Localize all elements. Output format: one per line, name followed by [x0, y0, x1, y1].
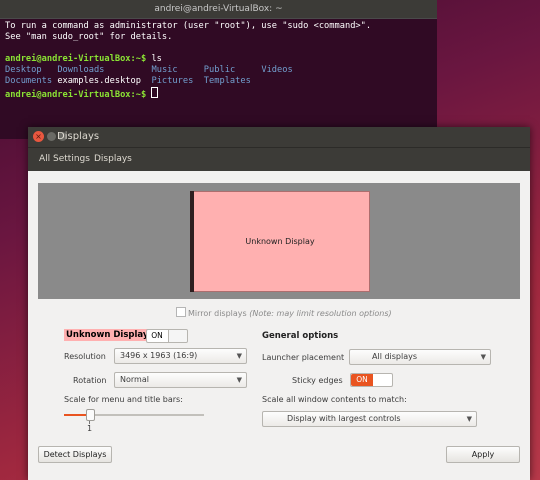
minimize-icon[interactable] [47, 132, 56, 141]
ls-entry: Public [203, 65, 236, 75]
launcher-placement-select[interactable]: All displays ▼ [349, 349, 491, 365]
window-titlebar[interactable]: × Displays [28, 127, 530, 147]
terminal-line: See "man sudo_root" for details. [5, 32, 173, 42]
launcher-placement-label: Launcher placement [262, 353, 345, 362]
chevron-down-icon: ▼ [236, 352, 242, 360]
scale-slider-handle[interactable] [86, 409, 95, 421]
terminal-prompt: andrei@andrei-VirtualBox:~$ [5, 54, 147, 64]
rotation-label: Rotation [73, 376, 107, 385]
scale-all-label: Scale all window contents to match: [262, 395, 407, 404]
display-arrangement-area: Unknown Display [38, 183, 520, 299]
scale-all-value: Display with largest controls [287, 414, 401, 423]
toggle-state: ON [151, 331, 163, 340]
mirror-displays-option[interactable]: Mirror displays (Note: may limit resolut… [176, 307, 392, 318]
terminal-command: ls [146, 54, 162, 64]
breadcrumb-displays: Displays [94, 154, 132, 164]
ls-entry: examples.desktop [57, 76, 141, 86]
chevron-down-icon: ▼ [466, 415, 472, 423]
chevron-down-icon: ▼ [480, 353, 486, 361]
general-options-heading: General options [262, 331, 339, 341]
terminal-output: To run a command as administrator (user … [5, 21, 371, 101]
resolution-label: Resolution [64, 352, 106, 361]
sticky-edges-label: Sticky edges [292, 376, 343, 385]
ls-entry: Desktop [5, 65, 42, 75]
scale-label: Scale for menu and title bars: [64, 395, 183, 404]
monitor-preview[interactable]: Unknown Display [190, 191, 370, 292]
terminal-cursor [151, 87, 159, 98]
displays-window: × Displays All Settings Displays Unknown… [28, 127, 530, 480]
display-name: Unknown Display [64, 329, 151, 341]
scale-slider-fill [64, 414, 87, 416]
settings-nav: All Settings Displays [28, 147, 530, 171]
close-icon[interactable]: × [33, 131, 44, 142]
resolution-select[interactable]: 3496 x 1963 (16:9) ▼ [114, 348, 247, 364]
ls-entry: Templates [203, 76, 251, 86]
ls-entry: Music [151, 65, 178, 75]
launcher-placement-value: All displays [372, 352, 418, 361]
terminal-titlebar[interactable]: andrei@andrei-VirtualBox: ~ [0, 0, 437, 18]
terminal-line: To run a command as administrator (user … [5, 21, 372, 31]
all-settings-link[interactable]: All Settings [39, 148, 90, 171]
apply-button[interactable]: Apply [446, 446, 520, 463]
toggle-knob [168, 330, 187, 342]
ls-entry: Videos [261, 65, 293, 75]
terminal-prompt: andrei@andrei-VirtualBox:~$ [5, 90, 147, 100]
display-power-toggle[interactable]: ON [146, 329, 188, 343]
mirror-note: (Note: may limit resolution options) [249, 309, 392, 318]
resolution-value: 3496 x 1963 (16:9) [120, 351, 198, 360]
sticky-edges-state: ON [351, 374, 373, 386]
mirror-checkbox[interactable] [176, 307, 186, 317]
mirror-label: Mirror displays [188, 309, 247, 318]
chevron-down-icon: ▼ [236, 376, 242, 384]
window-title: Displays [57, 131, 100, 142]
rotation-value: Normal [120, 375, 149, 384]
scale-value: 1 [87, 424, 93, 433]
monitor-edge [190, 191, 194, 292]
ls-entry: Downloads [57, 65, 105, 75]
terminal-title: andrei@andrei-VirtualBox: ~ [154, 4, 283, 14]
terminal-window[interactable]: To run a command as administrator (user … [0, 18, 437, 139]
detect-displays-button[interactable]: Detect Displays [38, 446, 112, 463]
sticky-edges-toggle[interactable]: ON [350, 373, 393, 387]
scale-all-select[interactable]: Display with largest controls ▼ [262, 411, 477, 427]
ls-entry: Pictures [151, 76, 194, 86]
rotation-select[interactable]: Normal ▼ [114, 372, 247, 388]
ls-entry: Documents [5, 76, 53, 86]
